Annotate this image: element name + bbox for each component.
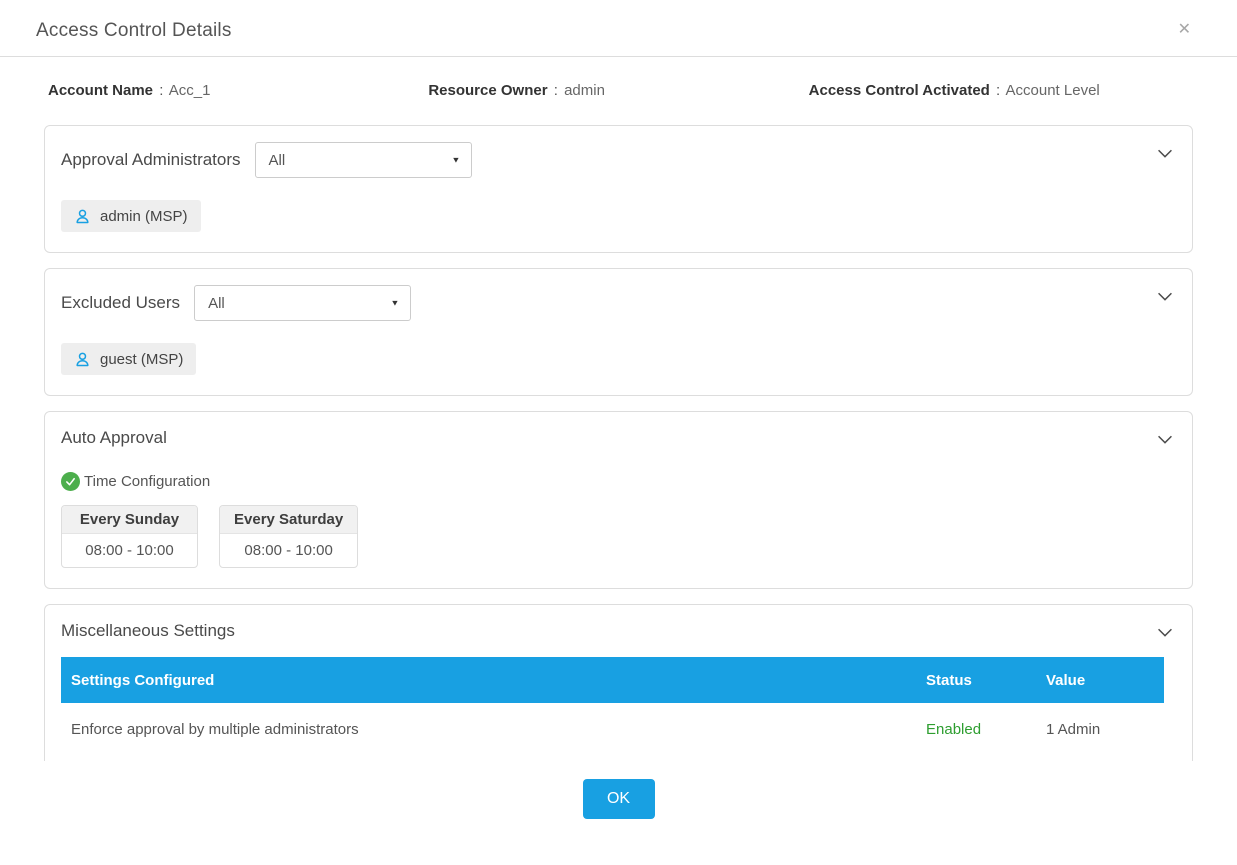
info-separator: : <box>157 82 165 99</box>
column-header-settings-configured: Settings Configured <box>61 672 926 689</box>
chevron-down-icon[interactable] <box>1154 142 1176 164</box>
summary-info-row: Account Name : Acc_1 Resource Owner : ad… <box>0 57 1237 99</box>
excluded-users-filter-select[interactable]: All ▼ <box>194 285 411 321</box>
chevron-down-icon[interactable] <box>1154 621 1176 643</box>
caret-down-icon: ▼ <box>391 299 400 308</box>
access-control-details-modal: Access Control Details ✕ Account Name : … <box>0 0 1237 819</box>
schedule-day: Every Saturday <box>220 506 357 534</box>
user-chip-guest: guest (MSP) <box>61 343 196 375</box>
approval-admins-filter-select[interactable]: All ▼ <box>255 142 472 178</box>
schedule-time: 08:00 - 10:00 <box>220 534 357 567</box>
info-separator: : <box>552 82 560 99</box>
column-header-value: Value <box>1046 672 1164 689</box>
section-miscellaneous-settings: Miscellaneous Settings Settings Configur… <box>44 604 1193 761</box>
info-value: Account Level <box>1006 82 1100 99</box>
section-title: Miscellaneous Settings <box>61 621 235 641</box>
chevron-down-icon[interactable] <box>1154 285 1176 307</box>
setting-name-cell: Enforce approval by multiple administrat… <box>61 721 926 738</box>
time-configuration-label: Time Configuration <box>84 473 210 490</box>
value-cell: 1 Admin <box>1046 721 1164 738</box>
info-resource-owner: Resource Owner : admin <box>428 82 808 99</box>
section-excluded-users: Excluded Users All ▼ guest (MSP) <box>44 268 1193 396</box>
user-icon <box>74 208 91 225</box>
section-title: Approval Administrators <box>61 150 241 170</box>
modal-footer: OK <box>0 779 1237 819</box>
schedule-card: Every Saturday 08:00 - 10:00 <box>219 505 358 568</box>
page-title: Access Control Details <box>36 20 1201 42</box>
info-label: Resource Owner <box>428 82 547 99</box>
modal-header: Access Control Details ✕ <box>0 0 1237 57</box>
info-label: Account Name <box>48 82 153 99</box>
user-chip-label: admin (MSP) <box>100 208 188 225</box>
info-account-name: Account Name : Acc_1 <box>48 82 428 99</box>
info-access-control-activated: Access Control Activated : Account Level <box>809 82 1189 99</box>
schedule-day: Every Sunday <box>62 506 197 534</box>
chevron-down-icon[interactable] <box>1154 428 1176 450</box>
section-title: Excluded Users <box>61 293 180 313</box>
select-value: All <box>269 152 286 169</box>
ok-button[interactable]: OK <box>583 779 655 819</box>
caret-down-icon: ▼ <box>451 156 460 165</box>
close-icon[interactable]: ✕ <box>1178 22 1191 38</box>
info-label: Access Control Activated <box>809 82 990 99</box>
status-cell: Enabled <box>926 721 1046 738</box>
user-icon <box>74 351 91 368</box>
section-auto-approval: Auto Approval Time Configuration Every S… <box>44 411 1193 589</box>
user-chip-admin: admin (MSP) <box>61 200 201 232</box>
schedule-card: Every Sunday 08:00 - 10:00 <box>61 505 198 568</box>
section-approval-administrators: Approval Administrators All ▼ admin (MSP… <box>44 125 1193 253</box>
table-row: Enforce approval by multiple administrat… <box>61 703 1164 755</box>
time-configuration-status: Time Configuration <box>61 472 1176 491</box>
check-circle-icon <box>61 472 80 491</box>
info-value: admin <box>564 82 605 99</box>
select-value: All <box>208 295 225 312</box>
info-value: Acc_1 <box>169 82 211 99</box>
info-separator: : <box>994 82 1002 99</box>
user-chip-label: guest (MSP) <box>100 351 183 368</box>
settings-table-header: Settings Configured Status Value <box>61 657 1164 703</box>
column-header-status: Status <box>926 672 1046 689</box>
schedule-time: 08:00 - 10:00 <box>62 534 197 567</box>
section-title: Auto Approval <box>61 428 167 448</box>
settings-table: Settings Configured Status Value Enforce… <box>61 657 1164 755</box>
